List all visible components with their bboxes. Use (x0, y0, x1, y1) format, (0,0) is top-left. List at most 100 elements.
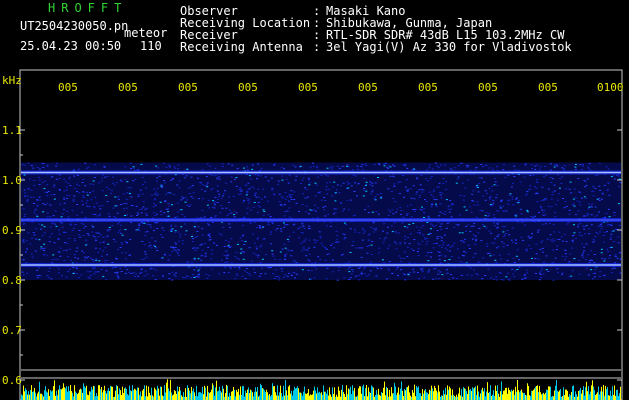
noise-pixel (430, 194, 433, 196)
noise-pixel (24, 251, 27, 253)
noise-pixel (582, 252, 585, 254)
noise-pixel (224, 190, 226, 192)
noise-pixel (230, 212, 233, 214)
noise-pixel (103, 259, 106, 261)
noise-pixel (113, 184, 116, 186)
noise-pixel (502, 231, 505, 233)
noise-pixel (86, 191, 88, 193)
noise-pixel (264, 273, 267, 275)
activity-bar (28, 391, 29, 400)
noise-pixel (618, 203, 620, 205)
noise-pixel (478, 183, 481, 185)
activity-bar (292, 395, 293, 400)
noise-pixel (82, 195, 85, 197)
noise-pixel (483, 181, 486, 183)
noise-pixel (244, 241, 247, 243)
noise-pixel (433, 268, 436, 270)
noise-pixel (258, 196, 260, 198)
noise-pixel (417, 242, 420, 244)
noise-pixel (295, 273, 298, 275)
activity-bar (416, 386, 417, 400)
noise-pixel (184, 197, 187, 199)
noise-pixel (284, 198, 287, 200)
noise-pixel (143, 222, 146, 224)
noise-pixel (84, 185, 87, 187)
noise-pixel (544, 223, 547, 225)
noise-pixel (385, 278, 388, 280)
noise-pixel (586, 178, 589, 180)
noise-pixel (516, 197, 518, 199)
noise-pixel (165, 193, 168, 195)
noise-pixel (369, 184, 372, 186)
noise-pixel (400, 213, 403, 215)
noise-pixel (365, 183, 368, 185)
noise-pixel (30, 189, 33, 191)
activity-bar (523, 393, 524, 400)
noise-pixel (474, 168, 477, 170)
noise-pixel (262, 209, 265, 211)
noise-pixel (235, 252, 238, 254)
noise-pixel (72, 198, 75, 200)
noise-pixel (210, 253, 213, 255)
noise-pixel (383, 223, 386, 225)
noise-pixel (602, 235, 605, 236)
noise-pixel (34, 208, 37, 210)
activity-bar (602, 391, 603, 400)
noise-pixel (466, 274, 469, 276)
activity-bar (210, 392, 211, 400)
noise-pixel (427, 233, 430, 235)
noise-pixel (335, 239, 338, 241)
noise-pixel (421, 267, 424, 269)
noise-pixel (146, 273, 149, 275)
noise-pixel (193, 257, 196, 259)
noise-pixel (338, 192, 341, 194)
noise-pixel (466, 179, 469, 181)
noise-pixel (377, 213, 380, 215)
noise-pixel (55, 165, 58, 167)
noise-pixel (243, 216, 246, 218)
noise-pixel (301, 250, 304, 252)
activity-bar (120, 390, 121, 400)
activity-bar (179, 387, 180, 400)
noise-pixel (120, 181, 123, 182)
noise-pixel (221, 207, 224, 209)
noise-pixel (93, 164, 96, 166)
noise-pixel (590, 224, 593, 226)
noise-pixel (86, 233, 89, 235)
noise-pixel (284, 192, 287, 194)
noise-pixel (460, 274, 463, 276)
noise-pixel (484, 275, 487, 276)
activity-bar (31, 385, 32, 400)
noise-pixel (124, 252, 127, 254)
noise-pixel (99, 208, 102, 210)
noise-pixel (486, 215, 489, 217)
activity-bar (369, 391, 370, 400)
noise-pixel (177, 255, 180, 257)
noise-pixel (351, 245, 354, 246)
noise-pixel (466, 166, 469, 168)
noise-pixel (58, 177, 61, 179)
activity-bar (490, 385, 491, 400)
noise-pixel (238, 189, 241, 191)
activity-bar (346, 385, 347, 400)
noise-pixel (523, 176, 526, 178)
noise-pixel (444, 213, 447, 215)
noise-pixel (382, 242, 385, 244)
noise-pixel (554, 212, 557, 214)
noise-pixel (336, 235, 339, 237)
noise-pixel (393, 222, 396, 224)
noise-pixel (591, 260, 593, 262)
activity-bar (50, 390, 51, 400)
noise-pixel (42, 162, 45, 164)
noise-pixel (171, 279, 174, 281)
noise-pixel (302, 225, 305, 227)
noise-pixel (280, 196, 283, 198)
noise-pixel (169, 193, 172, 194)
noise-pixel (600, 248, 603, 250)
activity-bar (25, 388, 26, 400)
activity-bar (417, 387, 418, 400)
noise-pixel (501, 241, 504, 243)
noise-pixel (479, 209, 482, 211)
noise-pixel (292, 164, 295, 166)
noise-pixel (427, 271, 430, 273)
